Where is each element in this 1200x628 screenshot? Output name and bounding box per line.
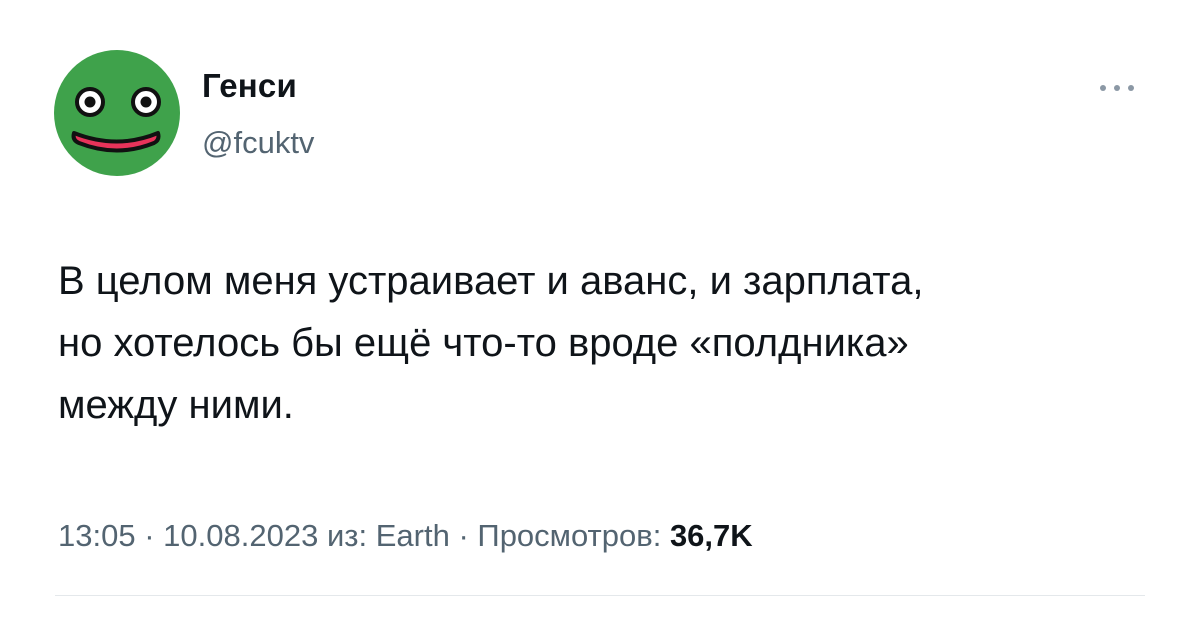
author-name[interactable]: Генси <box>202 66 297 106</box>
tweet-text: В целом меня устраивает и аванс, и зарпл… <box>58 250 1148 436</box>
tweet-meta: 13:05 · 10.08.2023 из: Earth · Просмотро… <box>58 516 753 556</box>
tweet-text-line: но хотелось бы ещё что-то вроде «полдник… <box>58 321 909 365</box>
tweet-text-line: между ними. <box>58 383 294 427</box>
divider <box>55 595 1145 596</box>
tweet-date[interactable]: 10.08.2023 <box>163 518 318 553</box>
views-label: Просмотров: <box>477 518 662 553</box>
more-dots-icon <box>1100 85 1134 91</box>
views-count[interactable]: 36,7K <box>670 518 753 553</box>
meta-separator: · <box>144 518 155 553</box>
tweet-time[interactable]: 13:05 <box>58 518 136 553</box>
source-prefix: из: <box>326 518 368 553</box>
author-handle[interactable]: @fcuktv <box>202 124 314 162</box>
frog-face-icon <box>54 50 180 176</box>
tweet-text-line: В целом меня устраивает и аванс, и зарпл… <box>58 259 924 303</box>
meta-separator: · <box>458 518 469 553</box>
avatar[interactable] <box>54 50 180 176</box>
tweet-source: Earth <box>375 518 450 553</box>
more-options-button[interactable] <box>1094 78 1140 98</box>
tweet-card: Генси @fcuktv В целом меня устраивает и … <box>0 0 1200 628</box>
